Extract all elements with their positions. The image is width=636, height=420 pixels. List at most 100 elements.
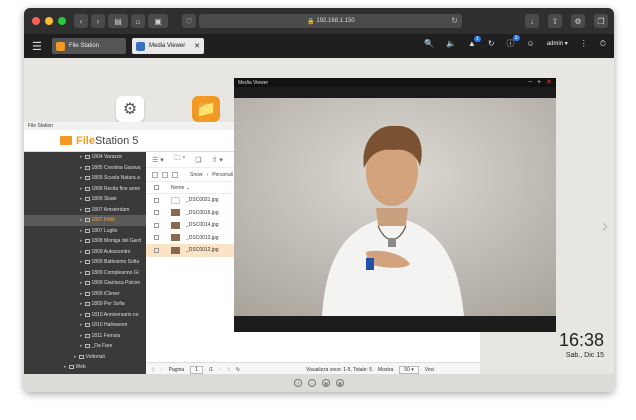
user-icon[interactable]: ☺: [527, 39, 535, 48]
tree-folder[interactable]: ▸ 1806 Recita fine anno: [24, 184, 146, 195]
tree-folder-selected[interactable]: ▸ 1807 Fitbit: [24, 215, 146, 226]
info-icon[interactable]: ⓘ 1: [507, 35, 520, 49]
info-badge: 1: [512, 35, 520, 41]
file-station-desktop-icon[interactable]: 📁: [192, 96, 220, 122]
browser-window: ‹ › ▤ ⌂ ▣ ♡ ◉ 🔒 192.168.1.150 ↻ ↓ ⇧ ⚙ ❐ …: [24, 8, 614, 392]
tree-folder[interactable]: ▸ Web: [24, 362, 146, 373]
search-dock-icon[interactable]: ○: [308, 379, 316, 387]
minimize-window-button[interactable]: [45, 17, 53, 25]
close-icon[interactable]: ✕: [546, 78, 552, 87]
media-viewer-title: Media Viewer: [238, 79, 269, 86]
last-page-icon[interactable]: ›|: [227, 367, 230, 373]
tree-folder[interactable]: ▸ 1810 Halloween: [24, 320, 146, 331]
maximize-icon[interactable]: +: [537, 78, 541, 87]
tree-folder[interactable]: ▸ Vettoriali: [24, 352, 146, 363]
view-mode-icon[interactable]: ☰ ▾: [152, 156, 164, 164]
tasks-badge: 1: [474, 36, 481, 42]
row-checkbox[interactable]: [154, 235, 159, 241]
back-nav-icon[interactable]: [152, 171, 158, 178]
tree-folder[interactable]: ▸ 1809 Compleanno Gi: [24, 268, 146, 279]
tree-folder[interactable]: ▸ 1809 Battesimo Sofia: [24, 257, 146, 268]
row-checkbox[interactable]: [154, 197, 159, 203]
forward-button[interactable]: ›: [91, 14, 105, 28]
close-tab-icon[interactable]: ✕: [194, 42, 200, 50]
select-all-checkbox[interactable]: [154, 185, 159, 190]
tree-folder[interactable]: ▸ 1809 Autoscontro: [24, 247, 146, 258]
tree-folder[interactable]: ▸ 1807 Luglio: [24, 226, 146, 237]
help-icon[interactable]: ?: [294, 379, 302, 387]
file-thumbnail: [171, 246, 180, 254]
photo-preview[interactable]: [234, 98, 556, 316]
tree-folder[interactable]: ▸ 1804 Varazze: [24, 152, 146, 163]
next-page-icon[interactable]: ›: [602, 216, 608, 237]
tasks-icon[interactable]: ▲ 1: [468, 36, 481, 48]
tree-folder[interactable]: ▸ 1807 Amsterdam: [24, 205, 146, 216]
media-viewer-controls: − + ✕: [528, 78, 552, 87]
row-checkbox[interactable]: [154, 247, 159, 253]
tree-folder[interactable]: ▸ 1805 Cresima Garava: [24, 163, 146, 174]
tree-folder[interactable]: ▸ 1809 Per Sofia: [24, 299, 146, 310]
extensions-icon[interactable]: ⚙: [571, 14, 585, 28]
share-icon[interactable]: ⇧: [548, 14, 562, 28]
dashboard-icon[interactable]: ⏱: [600, 39, 606, 49]
pocket-icon[interactable]: ♡: [182, 14, 196, 28]
next-page-icon[interactable]: ›: [219, 367, 221, 373]
prev-page-icon[interactable]: ‹: [161, 367, 163, 373]
more-options-icon[interactable]: ⋮: [580, 39, 588, 48]
tree-folder[interactable]: ▸ 1806 Skate: [24, 194, 146, 205]
volume-icon[interactable]: 🔈: [446, 39, 456, 48]
page-size-select[interactable]: 50 ▾: [399, 365, 419, 374]
items-summary: Visualizza voce: 1-5, Totale: 5: [306, 366, 372, 373]
breadcrumb-item[interactable]: Snow: [190, 172, 203, 178]
close-window-button[interactable]: [32, 17, 40, 25]
reload-icon[interactable]: ↻: [451, 16, 458, 25]
page-input[interactable]: 1: [190, 365, 203, 374]
tree-folder[interactable]: ▸ _Da Fare: [24, 341, 146, 352]
apps-icon[interactable]: ▦: [322, 379, 330, 387]
downloads-icon[interactable]: ↓: [525, 14, 539, 28]
folder-logo-icon: [60, 136, 72, 145]
refresh-icon[interactable]: ↻: [236, 367, 240, 373]
row-checkbox[interactable]: [154, 222, 159, 228]
copy-icon[interactable]: ❏: [195, 156, 201, 164]
file-name: _DSC0021.jpg: [186, 197, 219, 204]
back-button[interactable]: ‹: [74, 14, 88, 28]
new-folder-icon[interactable]: 🗀 ▾: [174, 154, 186, 165]
home-icon[interactable]: ⌂: [131, 14, 145, 28]
brand-name: FileStation 5: [76, 134, 139, 147]
media-viewer-titlebar: Media Viewer − + ✕: [234, 78, 556, 87]
address-bar[interactable]: 🔒 192.168.1.150 ↻: [200, 14, 462, 28]
column-name[interactable]: Nome ⌄: [171, 185, 190, 191]
sync-icon[interactable]: ↻: [488, 39, 495, 48]
breadcrumb-item[interactable]: Personali: [212, 172, 233, 178]
file-thumbnail: [171, 209, 180, 217]
main-menu-icon[interactable]: ☰: [32, 40, 46, 53]
sidebar-toggle-icon[interactable]: ▤: [108, 14, 128, 28]
media-viewer-icon: [136, 41, 145, 51]
minimize-icon[interactable]: −: [528, 78, 532, 87]
settings-dock-icon[interactable]: ▦: [336, 379, 344, 387]
items-label: Voci: [424, 366, 435, 373]
forward-nav-icon[interactable]: [162, 171, 168, 178]
tab-file-station[interactable]: File Station: [52, 38, 126, 54]
file-thumbnail: [171, 221, 180, 229]
tab-media-viewer[interactable]: Media Viewer ✕: [132, 38, 204, 54]
user-menu[interactable]: admin ▾: [547, 40, 568, 47]
tree-folder[interactable]: ▸ 1811 Ferrara: [24, 331, 146, 342]
up-folder-icon[interactable]: [172, 171, 178, 178]
screenshot-icon[interactable]: ▣: [148, 14, 168, 28]
tree-folder[interactable]: ▸ 1810 Anniversario no: [24, 310, 146, 321]
file-station-icon: [56, 41, 65, 51]
row-checkbox[interactable]: [154, 210, 159, 216]
zoom-window-button[interactable]: [58, 17, 66, 25]
tree-folder[interactable]: ▸ 1809 Gianluca Psicon: [24, 278, 146, 289]
upload-icon[interactable]: ⇧ ▾: [212, 156, 223, 164]
first-page-icon[interactable]: |‹: [152, 367, 155, 373]
tree-folder[interactable]: ▸ 1808 Moniga del Gard: [24, 236, 146, 247]
safari-toolbar: ‹ › ▤ ⌂ ▣ ♡ ◉ 🔒 192.168.1.150 ↻ ↓ ⇧ ⚙ ❐: [24, 8, 614, 34]
tabs-overview-icon[interactable]: ❐: [594, 14, 608, 28]
tree-folder[interactable]: ▸ 1809 iClever: [24, 289, 146, 300]
tree-folder[interactable]: ▸ 1805 Scuola Natura a: [24, 173, 146, 184]
search-icon[interactable]: 🔍: [424, 39, 434, 48]
control-panel-icon[interactable]: ⚙: [116, 96, 144, 122]
